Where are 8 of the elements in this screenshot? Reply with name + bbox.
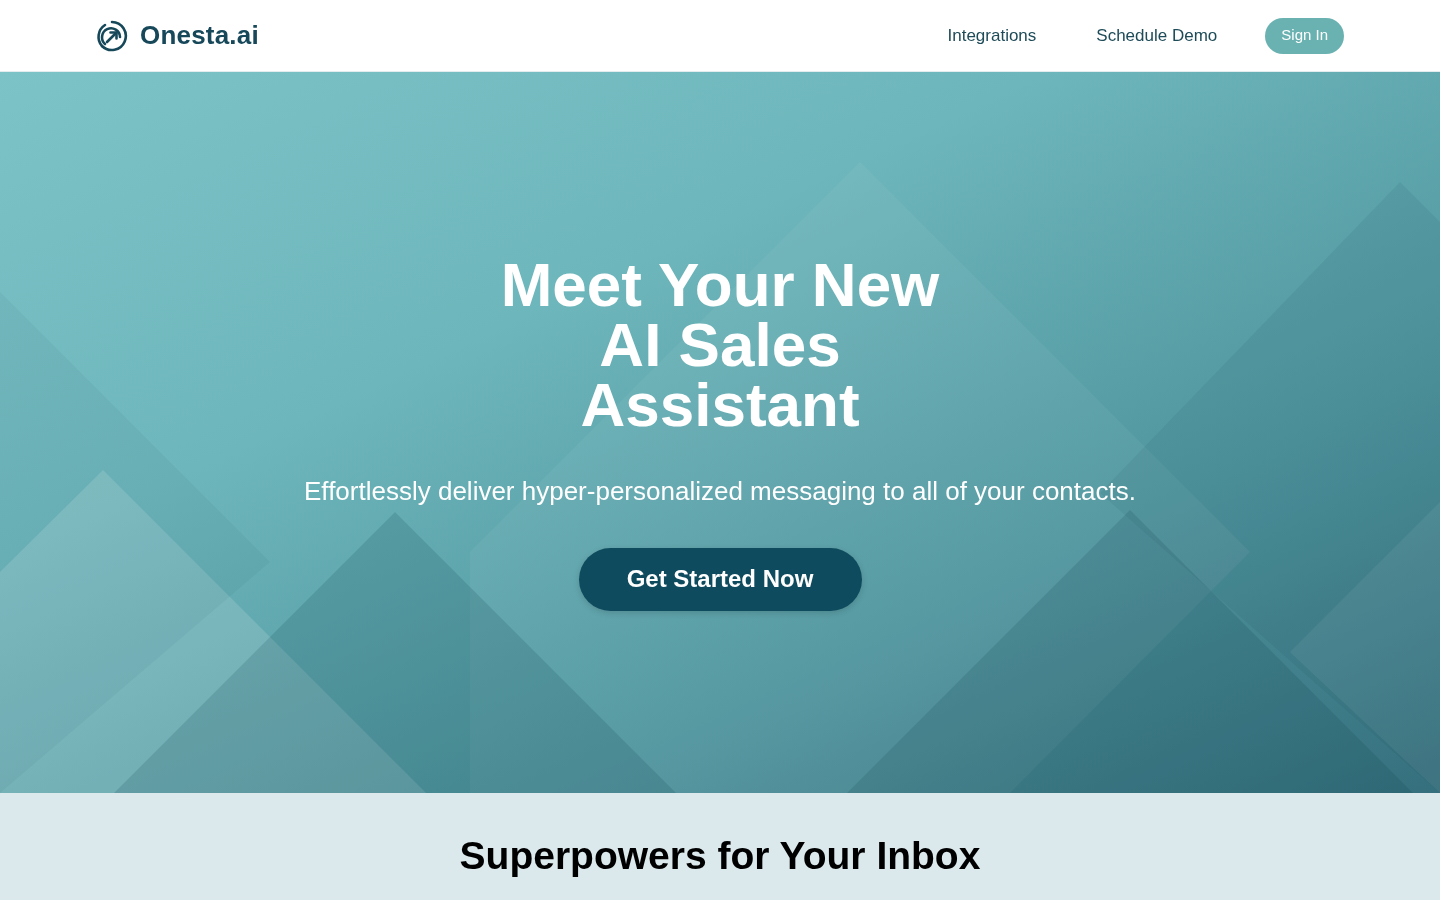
- nav-link[interactable]: Schedule Demo: [1096, 22, 1218, 49]
- nav-link[interactable]: Integrations: [947, 22, 1037, 49]
- section-heading: Superpowers for Your Inbox: [459, 835, 981, 878]
- logo-icon: [96, 19, 128, 52]
- hero-title: Meet Your New AI Sales Assistant: [500, 254, 940, 435]
- hero-subtitle: Effortlessly deliver hyper-personalized messaging to all of your contacts.: [304, 474, 1136, 508]
- brand-name[interactable]: Onesta.ai: [140, 16, 259, 55]
- get-started-button[interactable]: Get Started Now: [578, 547, 862, 611]
